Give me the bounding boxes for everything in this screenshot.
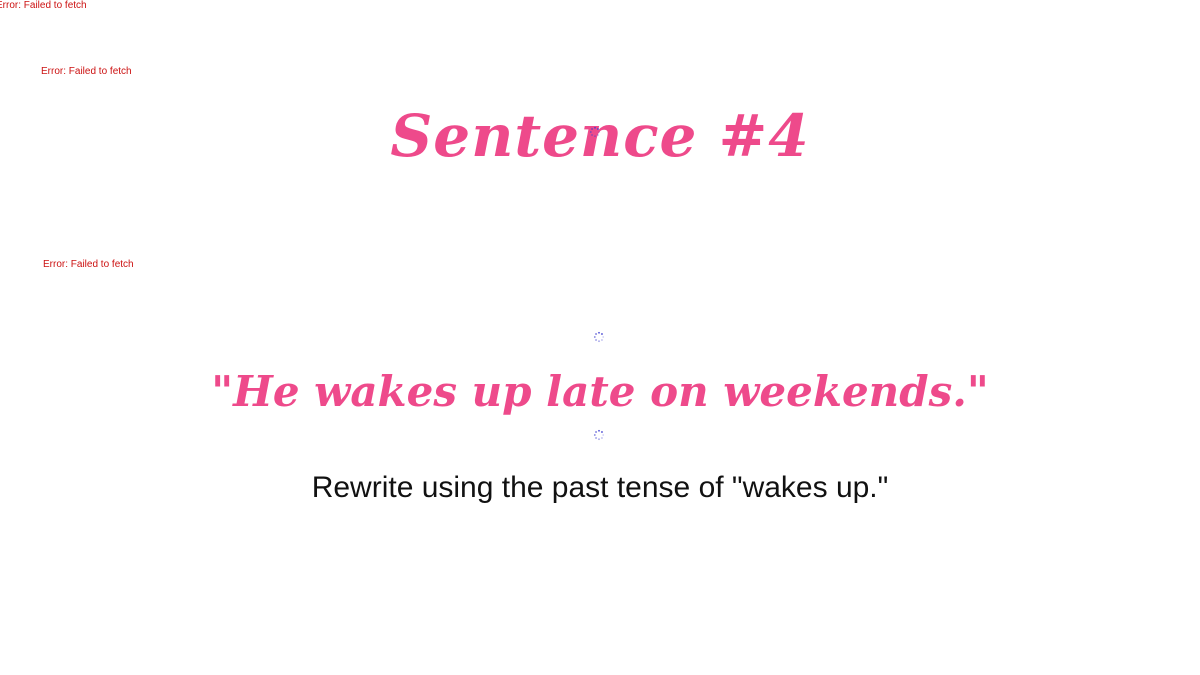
spinner-dot [601,437,603,439]
spinner-dot [589,131,592,133]
spinner-dot [601,339,603,341]
spinner-dot [593,336,596,338]
spinner-dot [601,333,603,335]
loading-spinner-icon [593,429,605,441]
spinner-dot [593,434,596,436]
instruction-text: Rewrite using the past tense of "wakes u… [311,471,889,504]
spinner-dot [594,126,596,129]
spinner-dot [598,340,600,343]
spinner-dot [598,131,601,133]
spinner-dot [594,135,596,138]
spinner-dot [595,431,597,433]
spinner-dot [597,134,599,136]
error-message: Error: Failed to fetch [41,66,132,77]
spinner-dot [598,429,600,432]
spinner-dot [591,134,593,136]
error-message: Error: Failed to fetch [43,259,134,270]
sentence-text: "He wakes up late on weekends." [211,367,989,416]
error-message: Error: Failed to fetch [0,0,87,11]
spinner-dot [595,333,597,335]
spinner-dot [595,437,597,439]
spinner-dot [601,431,603,433]
loading-spinner-icon [589,126,601,138]
spinner-dot [597,128,599,130]
spinner-dot [602,434,605,436]
spinner-dot [602,336,605,338]
spinner-dot [598,331,600,334]
spinner-dot [591,128,593,130]
spinner-dot [595,339,597,341]
loading-spinner-icon [593,331,605,343]
spinner-dot [598,438,600,441]
